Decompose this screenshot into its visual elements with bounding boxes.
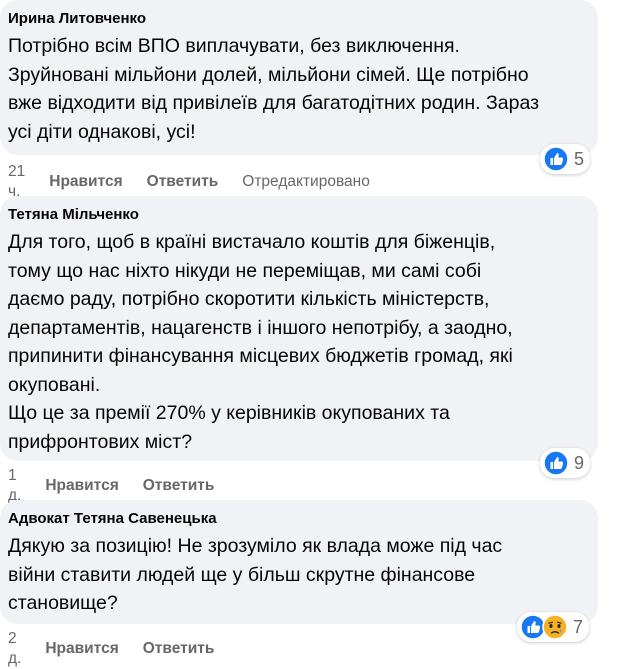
- edited-label: Отредактировано: [242, 173, 370, 190]
- reactions-badge[interactable]: 9: [540, 448, 591, 478]
- reply-button[interactable]: Ответить: [143, 476, 215, 496]
- comment-text: Потрібно всім ВПО виплачувати, без виклю…: [8, 35, 540, 143]
- like-button[interactable]: Нравится: [45, 476, 118, 496]
- reactions-badge[interactable]: 7: [517, 612, 590, 642]
- like-icon: [543, 146, 569, 172]
- like-button[interactable]: Нравится: [49, 172, 122, 192]
- reply-button[interactable]: Ответить: [147, 172, 219, 192]
- reaction-count: 7: [573, 616, 584, 637]
- reaction-count: 9: [574, 452, 585, 473]
- comment-author[interactable]: Адвокат Тетяна Савенецька: [8, 510, 584, 528]
- comment-author[interactable]: Тетяна Мільченко: [8, 206, 584, 224]
- reactions-badge[interactable]: 5: [540, 144, 591, 174]
- reaction-count: 5: [574, 148, 585, 169]
- comment-timestamp[interactable]: 2 д.: [8, 629, 21, 669]
- sad-icon: [542, 614, 568, 640]
- comment-actions: 2 д. Нравится Ответить: [8, 629, 238, 669]
- comment-text: Дякую за позицію! Не зрозуміло як влада …: [8, 535, 503, 614]
- comment-text: Для того, щоб в країні вистачало коштів …: [8, 231, 513, 453]
- reply-button[interactable]: Ответить: [143, 639, 215, 659]
- like-icon: [543, 450, 569, 476]
- comment-author[interactable]: Ирина Литовченко: [8, 10, 584, 28]
- comment-bubble: Ирина Литовченко Потрібно всім ВПО випла…: [0, 0, 598, 155]
- comment-bubble: Адвокат Тетяна Савенецька Дякую за позиц…: [0, 500, 598, 624]
- like-button[interactable]: Нравится: [45, 639, 118, 659]
- comment-bubble: Тетяна Мільченко Для того, щоб в країні …: [0, 196, 598, 461]
